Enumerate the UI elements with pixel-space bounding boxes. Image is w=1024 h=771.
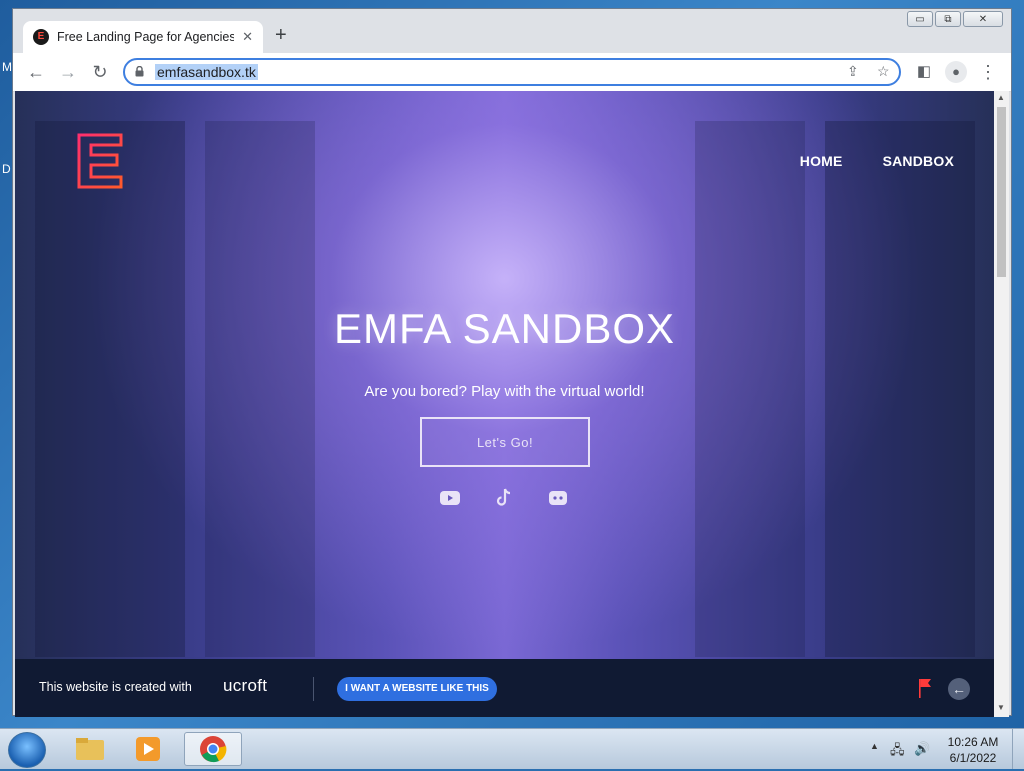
lock-icon (135, 66, 144, 77)
lets-go-button[interactable]: Let's Go! (420, 417, 590, 467)
nav-home-link[interactable]: HOME (800, 153, 843, 169)
page-viewport: HOME SANDBOX EMFA SANDBOX Are you bored?… (15, 91, 994, 717)
profile-avatar-icon[interactable]: ● (945, 61, 967, 83)
file-explorer-icon[interactable] (64, 732, 116, 766)
address-bar[interactable]: emfasandbox.tk ⇪ ☆ (123, 58, 901, 86)
forward-button[interactable]: → (57, 61, 79, 83)
favicon-icon: E (33, 29, 49, 45)
network-icon[interactable]: 🖧 (890, 741, 905, 763)
side-panel-icon[interactable]: ◧ (913, 61, 935, 83)
site-logo[interactable] (77, 133, 123, 189)
site-nav: HOME SANDBOX (800, 153, 954, 169)
chrome-taskbar-icon[interactable] (184, 732, 242, 766)
minimize-button[interactable]: ▭ (907, 11, 933, 27)
desktop-icon-label[interactable]: M (2, 60, 12, 74)
restore-button[interactable]: ⧉ (935, 11, 961, 27)
start-button[interactable] (8, 732, 46, 768)
clock-time: 10:26 AM (947, 735, 999, 749)
bookmark-star-icon[interactable]: ☆ (877, 63, 890, 80)
scroll-up-icon[interactable]: ▲ (997, 93, 1005, 102)
new-tab-button[interactable]: + (275, 25, 287, 45)
taskbar-clock[interactable]: 10:26 AM 6/1/2022 (940, 734, 1006, 766)
nav-sandbox-link[interactable]: SANDBOX (883, 153, 954, 169)
volume-icon[interactable]: 🔊 (914, 741, 930, 757)
close-tab-icon[interactable]: ✕ (242, 29, 253, 45)
ucraft-logo[interactable]: ucroft (223, 676, 267, 696)
show-desktop-button[interactable] (1012, 729, 1024, 769)
scroll-thumb[interactable] (997, 107, 1006, 277)
promo-divider (313, 677, 314, 701)
menu-kebab-icon[interactable]: ⋮ (977, 61, 999, 83)
reload-button[interactable]: ↻ (89, 61, 111, 83)
tray-expand-icon[interactable]: ▲ (870, 741, 879, 751)
ucraft-promo-bar: This website is created with ucroft I WA… (15, 659, 994, 717)
discord-icon[interactable] (546, 486, 570, 510)
want-website-button[interactable]: I WANT A WEBSITE LIKE THIS (337, 677, 497, 701)
clock-date: 6/1/2022 (949, 751, 997, 765)
youtube-icon[interactable] (438, 486, 462, 510)
taskbar: ▲ 🖧 🔊 10:26 AM 6/1/2022 (0, 728, 1024, 769)
window-controls: ▭ ⧉ ✕ (907, 11, 1003, 27)
browser-window: ▭ ⧉ ✕ E Free Landing Page for Agencies ✕… (12, 8, 1012, 717)
promo-text: This website is created with (39, 680, 192, 694)
tab-title: Free Landing Page for Agencies (57, 30, 235, 44)
tiktok-icon[interactable] (492, 486, 516, 510)
close-window-button[interactable]: ✕ (963, 11, 1003, 27)
browser-toolbar: ← → ↻ emfasandbox.tk ⇪ ☆ ◧ ● ⋮ (13, 53, 1011, 92)
url-text[interactable]: emfasandbox.tk (155, 64, 258, 80)
flag-icon[interactable] (917, 677, 933, 699)
hero-subtitle: Are you bored? Play with the virtual wor… (364, 383, 645, 400)
scroll-down-icon[interactable]: ▼ (997, 703, 1005, 712)
media-player-icon[interactable] (122, 732, 174, 766)
back-button[interactable]: ← (25, 61, 47, 83)
desktop-icon-label[interactable]: D (2, 162, 11, 176)
page-scrollbar[interactable]: ▲ ▼ (994, 91, 1009, 717)
share-icon[interactable]: ⇪ (847, 63, 859, 80)
browser-tab[interactable]: E Free Landing Page for Agencies ✕ (23, 21, 263, 53)
collapse-arrow-icon[interactable]: ← (948, 678, 970, 700)
hero-title: EMFA SANDBOX (333, 305, 676, 352)
